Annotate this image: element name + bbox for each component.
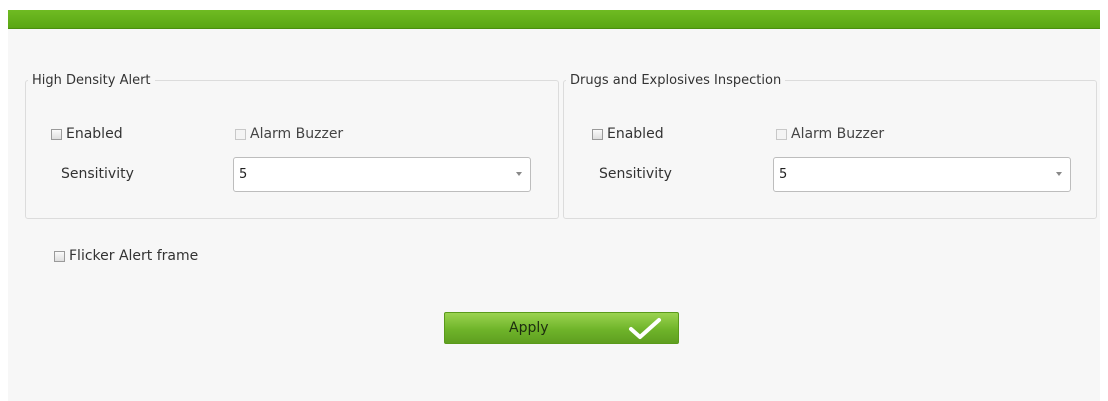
checkbox-icon xyxy=(592,128,603,140)
hd-sensitivity-select[interactable]: 5 xyxy=(233,157,531,192)
apply-label: Apply xyxy=(509,320,549,336)
flicker-alert-checkbox[interactable]: Flicker Alert frame xyxy=(54,248,198,264)
flicker-alert-label: Flicker Alert frame xyxy=(69,248,199,264)
de-sensitivity-select[interactable]: 5 xyxy=(773,157,1071,192)
drugs-explosives-group: Drugs and Explosives Inspection Enabled … xyxy=(563,73,1097,219)
hd-alarm-buzzer-label: Alarm Buzzer xyxy=(250,126,344,142)
chevron-down-icon xyxy=(516,172,522,176)
hd-enabled-label: Enabled xyxy=(66,126,123,142)
hd-sensitivity-label: Sensitivity xyxy=(61,166,134,182)
settings-panel: High Density Alert Enabled Alarm Buzzer … xyxy=(8,10,1100,401)
hd-enabled-checkbox[interactable]: Enabled xyxy=(51,126,123,142)
high-density-alert-title: High Density Alert xyxy=(32,73,151,88)
drugs-explosives-title: Drugs and Explosives Inspection xyxy=(570,73,782,88)
de-sensitivity-value: 5 xyxy=(779,167,788,182)
apply-button[interactable]: Apply xyxy=(444,312,679,344)
checkbox-icon xyxy=(51,128,62,140)
de-enabled-label: Enabled xyxy=(607,126,664,142)
hd-alarm-buzzer-checkbox[interactable]: Alarm Buzzer xyxy=(235,126,343,142)
de-alarm-buzzer-label: Alarm Buzzer xyxy=(791,126,885,142)
de-enabled-checkbox[interactable]: Enabled xyxy=(592,126,664,142)
checkbox-icon xyxy=(54,250,65,262)
high-density-alert-group: High Density Alert Enabled Alarm Buzzer … xyxy=(25,73,559,219)
de-alarm-buzzer-checkbox[interactable]: Alarm Buzzer xyxy=(776,126,884,142)
hd-sensitivity-value: 5 xyxy=(239,167,248,182)
chevron-down-icon xyxy=(1056,172,1062,176)
checkbox-icon xyxy=(235,128,246,140)
check-icon xyxy=(629,318,661,339)
de-sensitivity-label: Sensitivity xyxy=(599,166,672,182)
checkbox-icon xyxy=(776,128,787,140)
header-bar xyxy=(8,10,1100,29)
